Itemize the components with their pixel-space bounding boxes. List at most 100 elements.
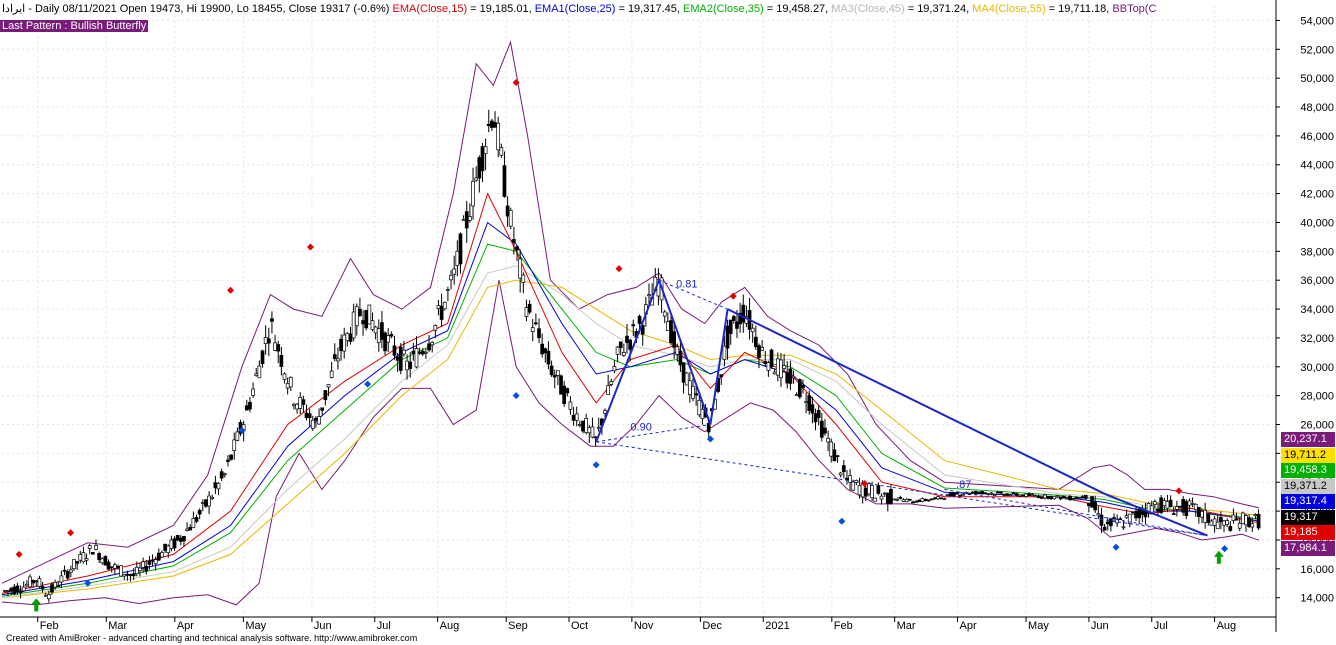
candle-body xyxy=(420,350,425,355)
candle-body xyxy=(1055,495,1060,498)
candle-body xyxy=(731,316,736,321)
candle-body xyxy=(571,414,576,421)
candle-body xyxy=(942,498,947,500)
x-tick-label: Jul xyxy=(1154,620,1168,632)
price-tag: 19,371.2 xyxy=(1281,478,1335,494)
candle-body xyxy=(1087,502,1091,507)
candle-body xyxy=(150,559,155,562)
ratio-label: 0.90 xyxy=(630,421,651,433)
candle-body xyxy=(1131,511,1135,514)
candle-body xyxy=(725,325,730,349)
candle-body xyxy=(537,328,541,339)
candle-body xyxy=(94,545,98,550)
y-tick-label: 50,000 xyxy=(1300,73,1334,85)
y-tick-label: 28,000 xyxy=(1300,391,1334,403)
candle-body xyxy=(785,372,790,384)
candle-body xyxy=(1005,493,1010,496)
candle-body xyxy=(468,216,472,221)
candle-body xyxy=(200,502,205,504)
candle-body xyxy=(1080,496,1085,499)
candle-body xyxy=(1002,493,1006,496)
candle-body xyxy=(1027,493,1032,497)
y-tick-label: 30,000 xyxy=(1300,362,1334,374)
candle-body xyxy=(78,554,83,561)
candle-body xyxy=(464,211,469,229)
candle-body xyxy=(857,485,862,496)
candle-body xyxy=(6,589,10,592)
candle-body xyxy=(282,373,287,380)
candle-body xyxy=(386,335,391,343)
candle-body xyxy=(1140,510,1145,515)
candle-body xyxy=(270,318,274,322)
candle-body xyxy=(486,123,491,127)
candle-body xyxy=(317,416,321,425)
candle-body xyxy=(34,580,39,583)
x-tick-label: Jun xyxy=(314,620,332,632)
ratio-label: .87 xyxy=(956,479,971,491)
candle-body xyxy=(568,401,573,410)
candle-body xyxy=(948,493,953,497)
candle-body xyxy=(1225,520,1230,525)
candle-body xyxy=(395,356,400,361)
candle-body xyxy=(606,385,610,395)
x-tick-label: Jun xyxy=(1091,620,1109,632)
header-segment: = 19,458.27, xyxy=(763,3,832,15)
y-tick-label: 44,000 xyxy=(1300,160,1334,172)
header-segment: MA3(Close,45) xyxy=(831,3,905,15)
candle-body xyxy=(285,383,290,389)
candle-body xyxy=(1052,495,1057,500)
candle-body xyxy=(62,569,67,572)
candle-body xyxy=(339,338,343,352)
candle-body xyxy=(534,322,538,325)
candle-body xyxy=(1215,521,1220,530)
candle-body xyxy=(1250,523,1255,528)
candle-body xyxy=(257,365,262,379)
trough-marker xyxy=(1221,545,1229,553)
candle-body xyxy=(958,494,962,497)
candle-body xyxy=(917,499,922,503)
candle-body xyxy=(524,307,529,317)
candle-body xyxy=(166,545,171,553)
header-segment: = 19,185.01, xyxy=(467,3,535,15)
candle-body xyxy=(681,362,686,383)
x-tick-label: Apr xyxy=(959,620,976,632)
candle-body xyxy=(59,575,64,583)
candle-body xyxy=(471,180,475,207)
bollinger-bands xyxy=(1,40,1260,606)
candle-body xyxy=(427,343,431,351)
candle-body xyxy=(804,401,808,403)
candle-body xyxy=(405,360,409,371)
candle-body xyxy=(1237,522,1242,529)
x-tick-label: Oct xyxy=(571,620,588,632)
candle-body xyxy=(254,373,259,376)
candle-body xyxy=(801,384,805,388)
candle-body xyxy=(398,346,403,371)
candle-body xyxy=(156,552,161,561)
candle-body xyxy=(753,336,758,348)
candle-body xyxy=(449,274,453,281)
candle-body xyxy=(1162,500,1167,506)
candle-body xyxy=(229,454,233,460)
candle-body xyxy=(741,304,746,323)
candle-body xyxy=(609,381,614,385)
candle-body xyxy=(841,465,846,473)
candle-body xyxy=(989,492,994,495)
chart-header: ایرادا - Daily 08/11/2021 Open 19473, Hi… xyxy=(2,2,1156,15)
candle-body xyxy=(182,535,186,542)
x-tick-label: Sep xyxy=(508,620,528,632)
y-tick-label: 42,000 xyxy=(1300,189,1334,201)
candle-body xyxy=(103,556,108,566)
price-tag: 19,711.2 xyxy=(1281,447,1335,463)
candle-body xyxy=(163,543,167,551)
candle-body xyxy=(1017,494,1022,497)
candle-body xyxy=(618,341,623,348)
peak-marker xyxy=(67,529,75,537)
candle-body xyxy=(1137,508,1142,519)
price-chart[interactable]: 0.810.90.87 14,00016,00018,00020,00022,0… xyxy=(0,0,1336,645)
candle-body xyxy=(194,517,199,522)
candle-body xyxy=(25,583,29,587)
candle-body xyxy=(1039,497,1044,499)
candle-body xyxy=(411,350,416,354)
candle-body xyxy=(248,401,252,410)
candle-body xyxy=(631,324,636,327)
